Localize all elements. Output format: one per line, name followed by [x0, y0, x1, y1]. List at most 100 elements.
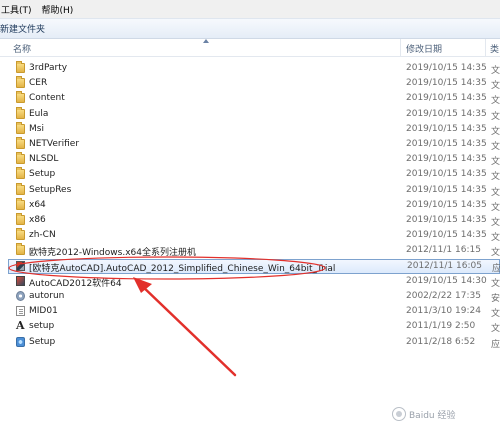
file-type: 文 — [491, 187, 500, 198]
file-name: [欧特克AutoCAD].AutoCAD_2012_Simplified_Chi… — [29, 263, 336, 274]
file-name: setup — [29, 321, 55, 332]
file-date: 2019/10/15 14:35 — [406, 230, 487, 241]
sort-up-icon — [203, 39, 209, 43]
file-date: 2011/3/10 19:24 — [406, 306, 481, 317]
file-date: 2019/10/15 14:35 — [406, 215, 487, 225]
file-date: 2019/10/15 14:35 — [406, 154, 487, 165]
file-date: 2019/10/15 14:35 — [406, 63, 487, 73]
file-row[interactable]: NETVerifier 2019/10/15 14:35 文 — [0, 137, 500, 152]
file-type: 文 — [491, 202, 500, 213]
file-date: 2019/10/15 14:35 — [406, 169, 487, 180]
folder-icon — [16, 197, 25, 210]
file-date: 2002/2/22 17:35 — [406, 291, 481, 301]
file-type: 文 — [491, 309, 500, 320]
file-row[interactable]: x86 2019/10/15 14:35 文 — [0, 213, 500, 228]
file-row[interactable]: Msi 2019/10/15 14:35 文 — [0, 121, 500, 137]
column-date[interactable]: 修改日期 — [406, 42, 442, 55]
file-type: 应 — [491, 339, 500, 350]
file-date: 2019/10/15 14:35 — [406, 139, 487, 149]
column-type[interactable]: 类 — [490, 42, 499, 55]
folder-icon — [16, 61, 25, 73]
folder-icon — [16, 167, 25, 180]
file-name: Eula — [29, 108, 49, 119]
paw-icon — [392, 407, 406, 421]
gear-icon — [16, 291, 25, 301]
file-name: SetupRes — [29, 184, 72, 195]
folder-icon — [16, 228, 25, 241]
file-type: 文 — [491, 324, 500, 335]
file-name: Setup — [29, 336, 56, 347]
file-name: zh-CN — [29, 230, 56, 241]
file-type: 文 — [491, 126, 500, 137]
file-name: MID01 — [29, 306, 58, 317]
file-name: 3rdParty — [29, 63, 68, 73]
file-date: 2019/10/15 14:35 — [406, 108, 487, 119]
menu-tools[interactable]: 工具(T) — [0, 3, 37, 16]
folder-icon — [16, 137, 25, 149]
file-date: 2019/10/15 14:30 — [406, 275, 487, 286]
file-type: 应 — [492, 263, 500, 274]
file-row[interactable]: Asetup 2011/1/19 2:50 文 — [0, 319, 500, 334]
file-name: Content — [29, 93, 65, 104]
menu-bar: 工具(T) 帮助(H) — [0, 0, 500, 18]
file-row[interactable]: Setup 2019/10/15 14:35 文 — [0, 167, 500, 182]
file-date: 2019/10/15 14:35 — [406, 93, 487, 104]
file-type: 文 — [491, 157, 500, 168]
setup-icon — [16, 336, 25, 347]
file-date: 2019/10/15 14:35 — [406, 184, 487, 195]
file-name: Msi — [29, 123, 44, 134]
file-type: 文 — [491, 96, 500, 107]
file-date: 2011/2/18 6:52 — [406, 336, 476, 347]
file-type: 文 — [491, 278, 500, 289]
folder-icon — [16, 76, 25, 89]
file-row[interactable]: NLSDL 2019/10/15 14:35 文 — [0, 152, 500, 167]
file-row[interactable]: [欧特克AutoCAD].AutoCAD_2012_Simplified_Chi… — [8, 258, 500, 274]
file-date: 2012/11/1 16:05 — [407, 260, 482, 271]
column-divider[interactable] — [485, 39, 486, 57]
file-date: 2019/10/15 14:35 — [406, 123, 487, 134]
file-row[interactable]: MID01 2011/3/10 19:24 文 — [0, 304, 500, 319]
app-icon — [16, 260, 25, 271]
file-row[interactable]: zh-CN 2019/10/15 14:35 文 — [0, 228, 500, 243]
app2-icon — [16, 275, 25, 286]
folder-icon — [16, 182, 25, 195]
file-type: 文 — [491, 81, 500, 92]
column-divider[interactable] — [400, 39, 401, 57]
file-row[interactable]: 欧特克2012-Windows.x64全系列注册机 2012/11/1 16:15… — [0, 243, 500, 258]
file-name: CER — [29, 78, 48, 89]
file-type: 文 — [491, 233, 500, 244]
file-row[interactable]: CER 2019/10/15 14:35 文 — [0, 76, 500, 91]
file-type: 文 — [491, 218, 500, 228]
folder-icon — [16, 152, 25, 165]
file-row[interactable]: x64 2019/10/15 14:35 文 — [0, 197, 500, 213]
file-type: 文 — [491, 66, 500, 76]
column-name[interactable]: 名称 — [13, 42, 31, 55]
file-name: Setup — [29, 169, 56, 180]
file-type: 文 — [491, 172, 500, 183]
folder-icon — [16, 213, 25, 225]
doc-icon — [16, 306, 25, 317]
file-row[interactable]: Content 2019/10/15 14:35 文 — [0, 91, 500, 106]
file-type: 文 — [491, 111, 500, 122]
folder-icon — [16, 121, 25, 134]
folder-icon — [16, 243, 25, 256]
watermark-text: Baidu 经验 — [409, 410, 456, 421]
file-name: x86 — [29, 215, 46, 225]
file-row[interactable]: Setup 2011/2/18 6:52 应 — [0, 335, 500, 350]
watermark: Baidu 经验 — [392, 404, 500, 424]
file-name: NETVerifier — [29, 139, 80, 149]
file-row[interactable]: 3rdParty 2019/10/15 14:35 文 — [0, 61, 500, 76]
file-date: 2019/10/15 14:35 — [406, 78, 487, 89]
file-date: 2011/1/19 2:50 — [406, 321, 476, 332]
file-row[interactable]: Eula 2019/10/15 14:35 文 — [0, 106, 500, 122]
file-type: 文 — [491, 248, 500, 259]
new-folder-button[interactable]: 新建文件夹 — [0, 22, 45, 35]
file-row[interactable]: SetupRes 2019/10/15 14:35 文 — [0, 182, 500, 198]
menu-help[interactable]: 帮助(H) — [37, 3, 79, 16]
file-name: AutoCAD2012软件64 — [29, 278, 122, 289]
file-row[interactable]: AutoCAD2012软件64 2019/10/15 14:30 文 — [0, 274, 500, 289]
file-name: x64 — [29, 199, 46, 210]
file-name: 欧特克2012-Windows.x64全系列注册机 — [29, 248, 196, 259]
file-name: autorun — [29, 291, 65, 301]
file-row[interactable]: autorun 2002/2/22 17:35 安 — [0, 289, 500, 304]
